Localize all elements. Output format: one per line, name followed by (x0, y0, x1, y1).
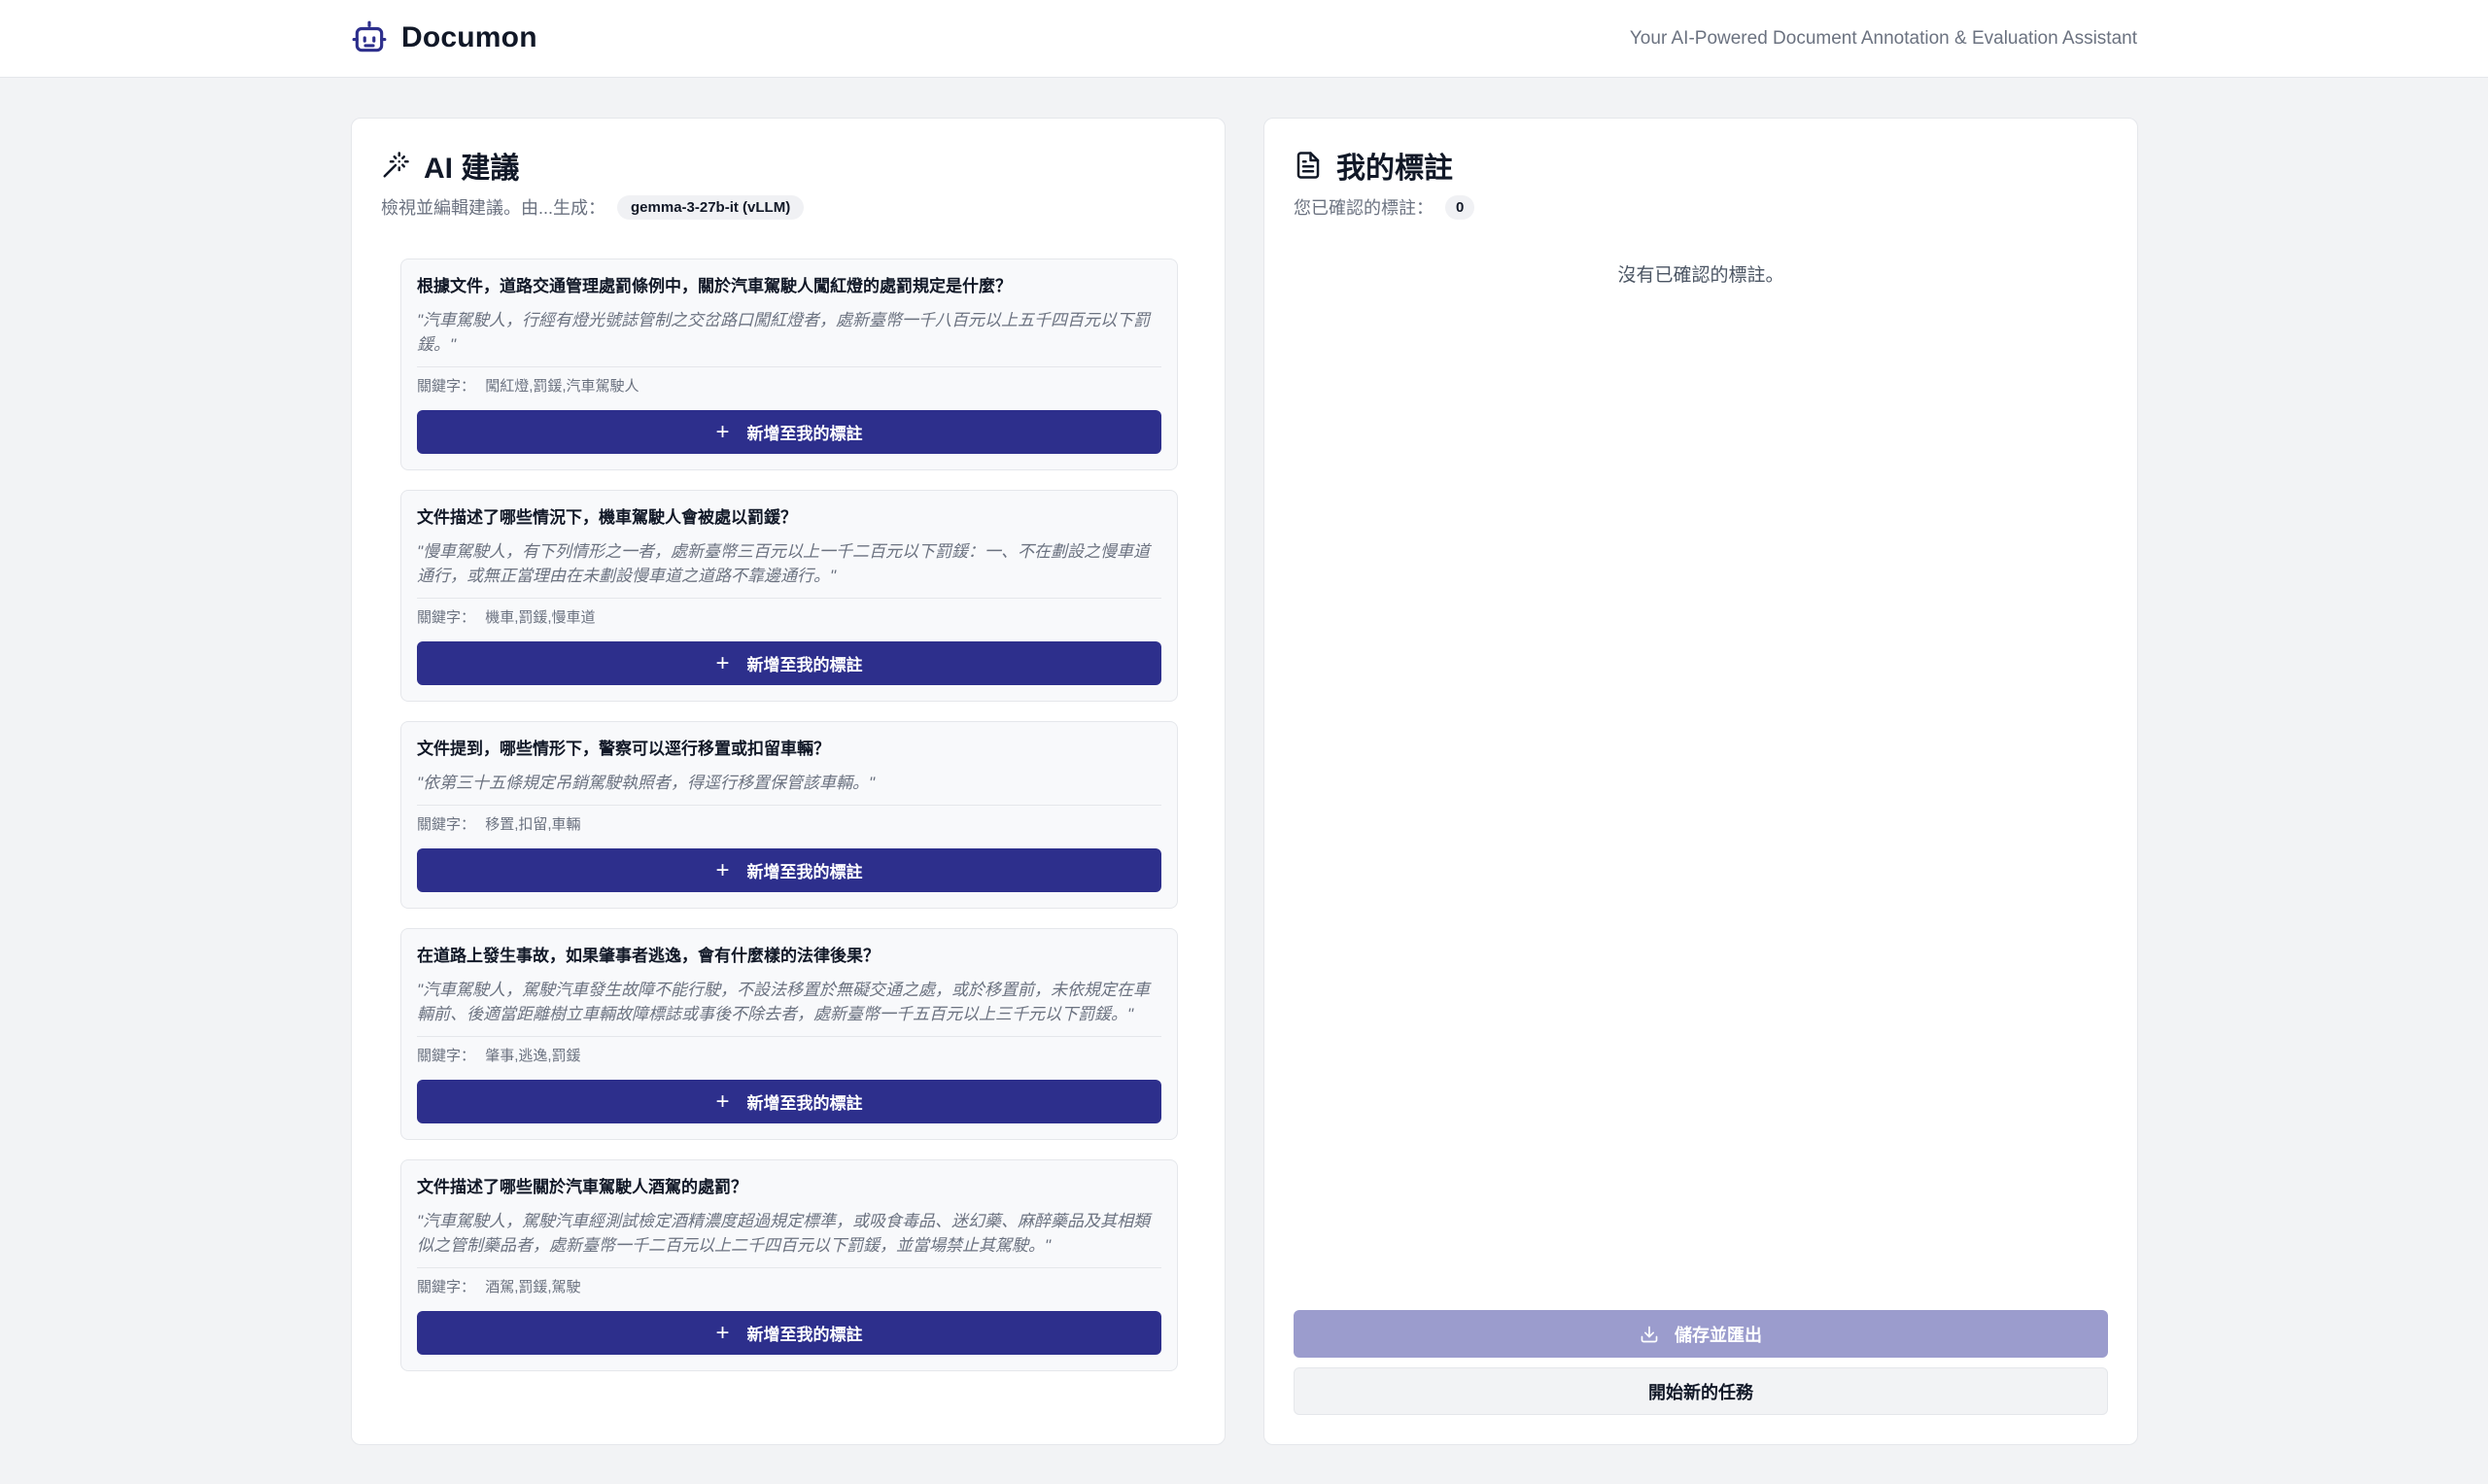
robot-icon (352, 20, 387, 52)
keyword-values: 酒駕,罰鍰,駕駛 (485, 1279, 581, 1295)
download-icon (1641, 1326, 1658, 1342)
annotations-subtitle-row: 您已確認的標註： 0 (1294, 194, 1475, 220)
annotations-title: 我的標註 (1336, 153, 1453, 185)
suggestion-question: 文件提到，哪些情形下，警察可以逕行移置或扣留車輛？ (417, 740, 830, 758)
suggestion-quote: "汽車駕駛人，行經有燈光號誌管制之交岔路口闖紅燈者，處新臺幣一千八百元以上五千四… (417, 308, 1161, 367)
add-to-annotations-button[interactable]: + 新增至我的標註 (417, 848, 1161, 892)
magic-wand-icon (383, 152, 409, 178)
suggestions-title-row: AI 建議 (381, 144, 804, 187)
keyword-label: 關鍵字： (417, 609, 476, 626)
suggestion-card: 文件描述了哪些關於汽車駕駛人酒駕的處罰？ "汽車駕駛人，駕駛汽車經測試檢定酒精濃… (400, 1159, 1178, 1371)
my-annotations-panel: 我的標註 您已確認的標註： 0 沒有已確認的標註。 儲存並匯出 開始新的任務 (1263, 118, 2138, 1445)
add-to-annotations-button[interactable]: + 新增至我的標註 (417, 641, 1161, 685)
save-button-label: 儲存並匯出 (1675, 1325, 1762, 1345)
suggestion-list: 根據文件，道路交通管理處罰條例中，關於汽車駕駛人闖紅燈的處罰規定是什麼？ "汽車… (400, 259, 1178, 1391)
save-and-export-button[interactable]: 儲存並匯出 (1294, 1310, 2108, 1358)
suggestion-card: 根據文件，道路交通管理處罰條例中，關於汽車駕駛人闖紅燈的處罰規定是什麼？ "汽車… (400, 259, 1178, 470)
tagline: Your AI-Powered Document Annotation & Ev… (1629, 28, 2137, 49)
add-button-label: 新增至我的標註 (746, 863, 863, 881)
annotation-count-badge: 0 (1445, 194, 1475, 220)
suggestion-card: 在道路上發生事故，如果肇事者逃逸，會有什麼樣的法律後果？ "汽車駕駛人，駕駛汽車… (400, 928, 1178, 1140)
keyword-label: 關鍵字： (417, 816, 476, 833)
suggestion-question: 文件描述了哪些關於汽車駕駛人酒駕的處罰？ (417, 1178, 747, 1196)
plus-icon: + (715, 649, 730, 676)
suggestions-subtitle: 檢視並編輯建議。由...生成： (381, 198, 606, 218)
suggestion-question: 根據文件，道路交通管理處罰條例中，關於汽車駕駛人闖紅燈的處罰規定是什麼？ (417, 277, 1012, 295)
suggestion-question: 文件描述了哪些情況下，機車駕駛人會被處以罰鍰？ (417, 508, 797, 527)
suggestion-question: 在道路上發生事故，如果肇事者逃逸，會有什麼樣的法律後果？ (417, 947, 880, 965)
add-button-label: 新增至我的標註 (746, 656, 863, 674)
annotations-subtitle: 您已確認的標註： (1294, 198, 1434, 218)
plus-icon: + (715, 856, 730, 883)
add-to-annotations-button[interactable]: + 新增至我的標註 (417, 1311, 1161, 1355)
add-button-label: 新增至我的標註 (746, 425, 863, 443)
suggestions-subtitle-row: 檢視並編輯建議。由...生成： gemma-3-27b-it (vLLM) (381, 194, 805, 220)
plus-icon: + (715, 1319, 730, 1346)
app-name: Documon (401, 21, 537, 53)
empty-state-text: 沒有已確認的標註。 (1617, 265, 1784, 286)
brand[interactable]: Documon (351, 19, 537, 56)
model-badge: gemma-3-27b-it (vLLM) (617, 194, 805, 220)
plus-icon: + (715, 1087, 730, 1115)
keyword-values: 移置,扣留,車輛 (485, 816, 581, 833)
document-icon (1296, 152, 1320, 179)
suggestion-keywords: 關鍵字： 闖紅燈,罰鍰,汽車駕駛人 (417, 377, 1161, 397)
keyword-label: 關鍵字： (417, 1279, 476, 1295)
keyword-label: 關鍵字： (417, 378, 476, 395)
add-button-label: 新增至我的標註 (746, 1094, 863, 1113)
suggestion-quote: "依第三十五條規定吊銷駕駛執照者，得逕行移置保管該車輛。" (417, 771, 1161, 806)
suggestion-keywords: 關鍵字： 機車,罰鍰,慢車道 (417, 608, 1161, 628)
start-new-task-button[interactable]: 開始新的任務 (1294, 1367, 2108, 1415)
add-to-annotations-button[interactable]: + 新增至我的標註 (417, 410, 1161, 454)
keyword-values: 肇事,逃逸,罰鍰 (485, 1048, 581, 1064)
add-to-annotations-button[interactable]: + 新增至我的標註 (417, 1080, 1161, 1123)
suggestion-keywords: 關鍵字： 移置,扣留,車輛 (417, 815, 1161, 835)
suggestion-quote: "汽車駕駛人，駕駛汽車經測試檢定酒精濃度超過規定標準，或吸食毒品、迷幻藥、麻醉藥… (417, 1209, 1161, 1268)
keyword-values: 機車,罰鍰,慢車道 (485, 609, 596, 626)
suggestions-title: AI 建議 (424, 153, 520, 185)
annotations-header: 我的標註 您已確認的標註： 0 (1294, 144, 1475, 220)
add-button-label: 新增至我的標註 (746, 1326, 863, 1344)
suggestion-keywords: 關鍵字： 肇事,逃逸,罰鍰 (417, 1047, 1161, 1066)
suggestion-keywords: 關鍵字： 酒駕,罰鍰,駕駛 (417, 1278, 1161, 1297)
suggestion-quote: "慢車駕駛人，有下列情形之一者，處新臺幣三百元以上一千二百元以下罰鍰：一、不在劃… (417, 539, 1161, 599)
top-bar: Documon Your AI-Powered Document Annotat… (0, 0, 2488, 78)
suggestion-quote: "汽車駕駛人，駕駛汽車發生故障不能行駛，不設法移置於無礙交通之處，或於移置前，未… (417, 978, 1161, 1037)
ai-suggestions-panel: AI 建議 檢視並編輯建議。由...生成： gemma-3-27b-it (vL… (351, 118, 1226, 1445)
keyword-values: 闖紅燈,罰鍰,汽車駕駛人 (485, 378, 639, 395)
suggestion-card: 文件描述了哪些情況下，機車駕駛人會被處以罰鍰？ "慢車駕駛人，有下列情形之一者，… (400, 490, 1178, 702)
annotations-title-row: 我的標註 (1294, 144, 1474, 187)
plus-icon: + (715, 418, 730, 445)
keyword-label: 關鍵字： (417, 1048, 476, 1064)
suggestion-card: 文件提到，哪些情形下，警察可以逕行移置或扣留車輛？ "依第三十五條規定吊銷駕駛執… (400, 721, 1178, 909)
suggestions-header: AI 建議 檢視並編輯建議。由...生成： gemma-3-27b-it (vL… (381, 144, 805, 220)
